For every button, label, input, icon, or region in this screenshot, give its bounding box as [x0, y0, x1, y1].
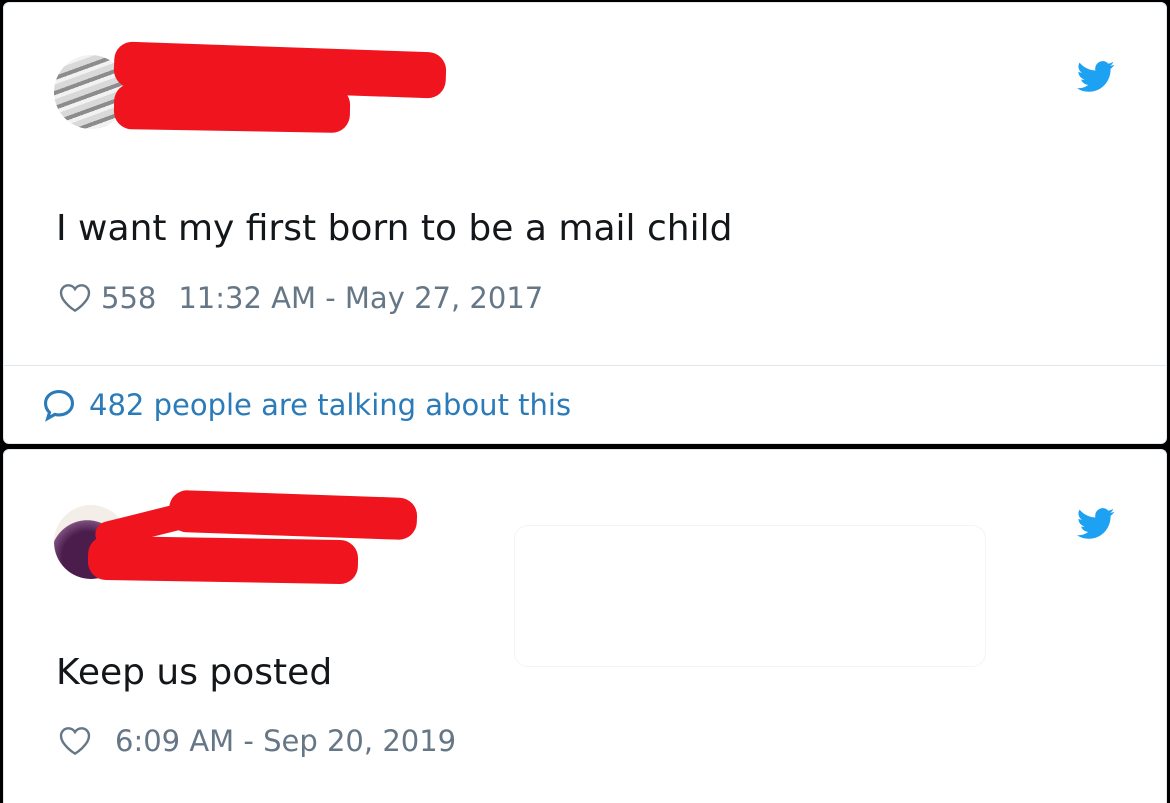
redacted-author-handle [113, 82, 351, 134]
twitter-bird-icon[interactable] [1077, 508, 1115, 540]
tweet-timestamp[interactable]: 6:09 AM - Sep 20, 2019 [115, 724, 456, 758]
tweet-card: Keep us posted 6:09 AM - Sep 20, 2019 [3, 449, 1167, 803]
conversation-link[interactable]: 482 people are talking about this [41, 388, 571, 422]
redacted-author-handle [87, 535, 359, 585]
tweet-timestamp[interactable]: 11:32 AM - May 27, 2017 [178, 281, 543, 315]
twitter-bird-icon[interactable] [1077, 61, 1115, 93]
tweet-card: I want my first born to be a mail child … [3, 2, 1167, 444]
heart-outline-icon[interactable] [59, 283, 91, 313]
tweet-meta: 6:09 AM - Sep 20, 2019 [59, 724, 456, 758]
divider [4, 365, 1166, 366]
conversation-link-label: 482 people are talking about this [89, 388, 572, 422]
speech-bubble-icon [43, 389, 75, 422]
like-count: 558 [101, 281, 157, 315]
tweet-meta: 558 11:32 AM - May 27, 2017 [59, 281, 543, 315]
faded-embed-box [514, 525, 986, 667]
tweet-text: Keep us posted [56, 652, 333, 693]
tweet-text: I want my first born to be a mail child [56, 208, 733, 249]
heart-outline-icon[interactable] [59, 726, 91, 756]
